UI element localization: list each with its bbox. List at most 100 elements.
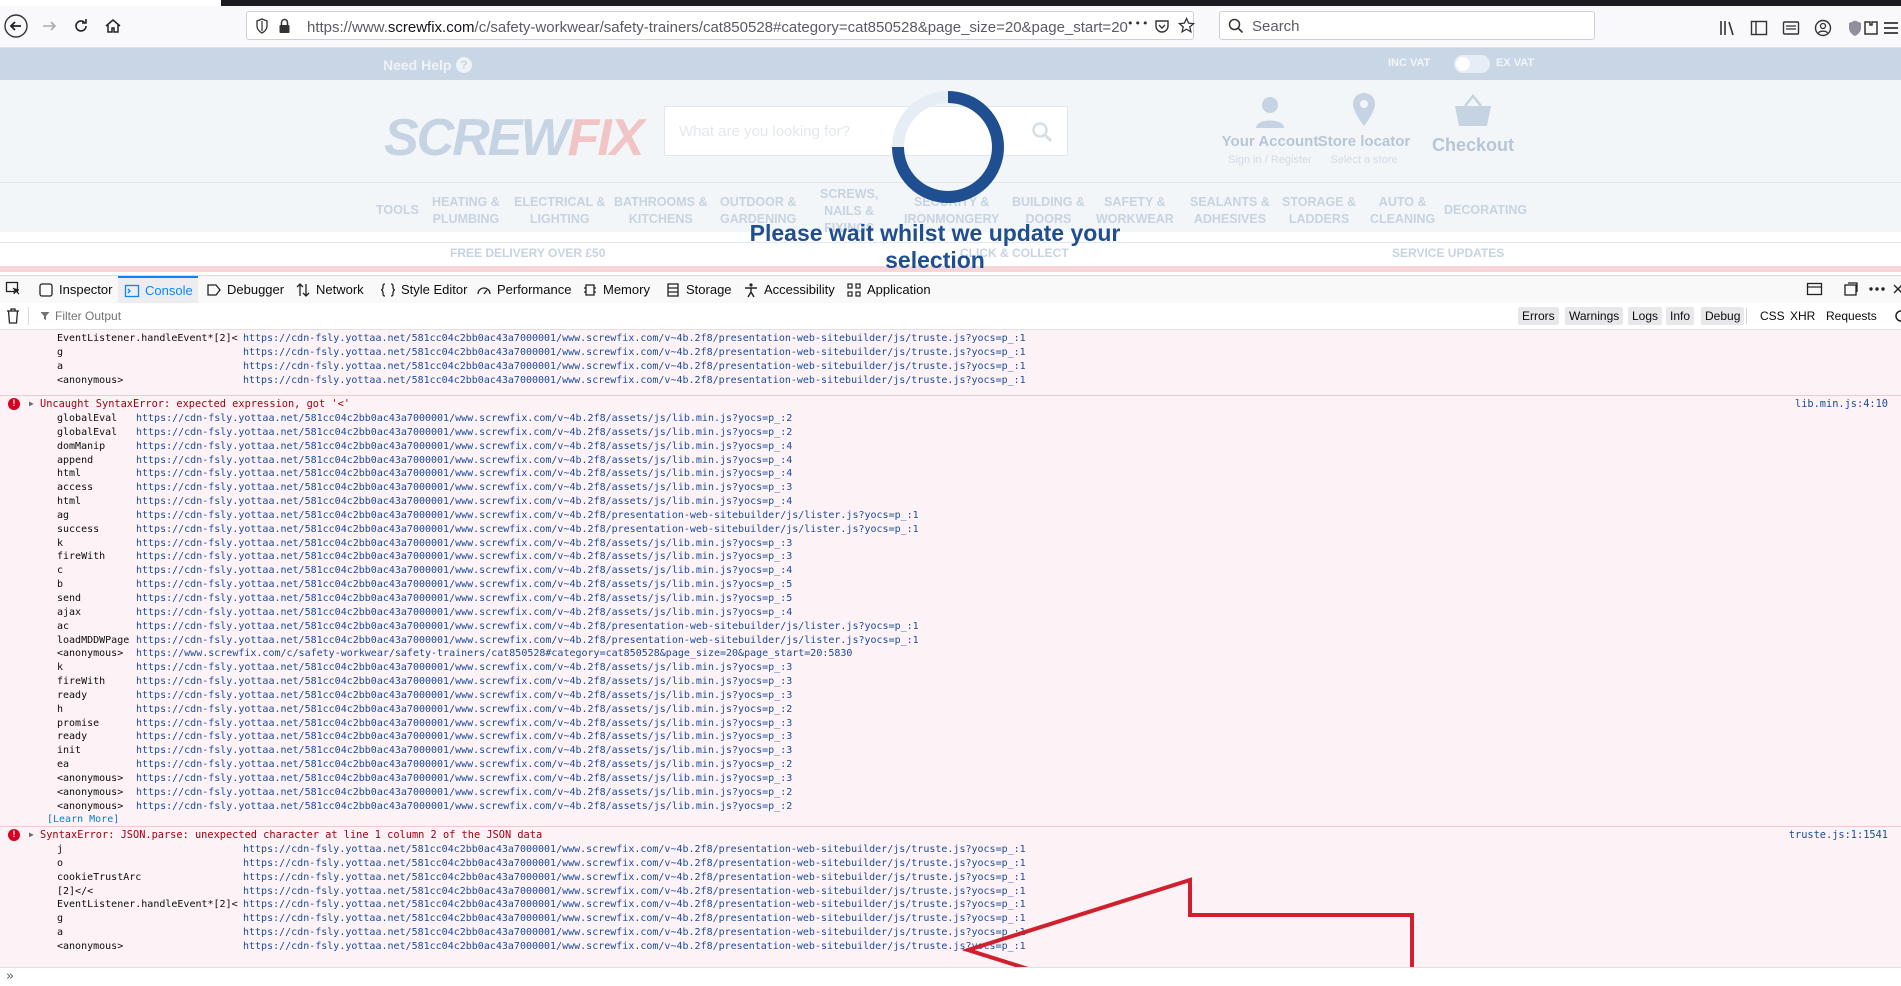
tab-storage[interactable]: Storage	[665, 276, 732, 303]
pocket-icon[interactable]	[1154, 18, 1170, 34]
frame-source-link[interactable]: https://cdn-fsly.yottaa.net/581cc04c2bb0…	[243, 374, 1026, 388]
tab-network[interactable]: Network	[295, 276, 364, 303]
browser-search-box[interactable]: Search	[1219, 11, 1595, 40]
extensions-puzzle-icon[interactable]	[1862, 19, 1880, 37]
nav-auto-cleaning[interactable]: AUTO & CLEANING	[1370, 194, 1435, 228]
frame-source-link[interactable]: https://cdn-fsly.yottaa.net/581cc04c2bb0…	[136, 786, 792, 800]
tab-accessibility[interactable]: Accessibility	[743, 276, 835, 303]
site-search-input[interactable]: What are you looking for?	[664, 106, 1068, 156]
frame-source-link[interactable]: https://cdn-fsly.yottaa.net/581cc04c2bb0…	[136, 717, 792, 731]
tab-console[interactable]: Console	[118, 276, 198, 303]
frame-source-link[interactable]: https://cdn-fsly.yottaa.net/581cc04c2bb0…	[136, 800, 792, 814]
frame-source-link[interactable]: https://cdn-fsly.yottaa.net/581cc04c2bb0…	[243, 940, 1026, 954]
tab-debugger[interactable]: Debugger	[206, 276, 284, 303]
trash-icon[interactable]	[6, 308, 20, 324]
dock-options-icon[interactable]	[1843, 281, 1859, 297]
frame-source-link[interactable]: https://cdn-fsly.yottaa.net/581cc04c2bb0…	[136, 634, 919, 648]
frame-source-link[interactable]: https://cdn-fsly.yottaa.net/581cc04c2bb0…	[136, 454, 792, 468]
settings-gear-icon[interactable]	[1892, 309, 1901, 323]
error-header[interactable]: ! ▶ SyntaxError: JSON.parse: unexpected …	[0, 827, 1901, 843]
nav-sealants-adhesives[interactable]: SEALANTS & ADHESIVES	[1190, 194, 1270, 228]
frame-source-link[interactable]: https://cdn-fsly.yottaa.net/581cc04c2bb0…	[136, 440, 792, 454]
frame-source-link[interactable]: https://cdn-fsly.yottaa.net/581cc04c2bb0…	[243, 857, 1026, 871]
frame-source-link[interactable]: https://cdn-fsly.yottaa.net/581cc04c2bb0…	[136, 467, 792, 481]
frame-source-link[interactable]: https://cdn-fsly.yottaa.net/581cc04c2bb0…	[243, 346, 1026, 360]
account-icon[interactable]	[1814, 19, 1832, 37]
library-icon[interactable]	[1718, 19, 1736, 37]
frame-source-link[interactable]: https://cdn-fsly.yottaa.net/581cc04c2bb0…	[136, 495, 792, 509]
nav-bathrooms-kitchens[interactable]: BATHROOMS & KITCHENS	[614, 194, 708, 228]
checkout-link[interactable]: Checkout	[1430, 93, 1516, 156]
tab-inspector[interactable]: Inspector	[38, 276, 112, 303]
nav-heating-plumbing[interactable]: HEATING & PLUMBING	[432, 194, 500, 228]
frame-source-link[interactable]: https://cdn-fsly.yottaa.net/581cc04c2bb0…	[243, 843, 1026, 857]
tab-style-editor[interactable]: Style Editor	[380, 276, 467, 303]
reader-view-icon[interactable]	[1782, 19, 1800, 37]
tab-memory[interactable]: Memory	[582, 276, 650, 303]
nav-tools[interactable]: TOOLS	[376, 202, 419, 219]
frame-source-link[interactable]: https://cdn-fsly.yottaa.net/581cc04c2bb0…	[136, 592, 792, 606]
frame-source-link[interactable]: https://cdn-fsly.yottaa.net/581cc04c2bb0…	[136, 730, 792, 744]
close-devtools-icon[interactable]	[1893, 283, 1901, 295]
menu-icon[interactable]	[1882, 19, 1900, 37]
more-options-icon[interactable]	[1868, 282, 1886, 296]
frame-source-link[interactable]: https://cdn-fsly.yottaa.net/581cc04c2bb0…	[243, 360, 1026, 374]
frame-source-link[interactable]: https://cdn-fsly.yottaa.net/581cc04c2bb0…	[136, 564, 792, 578]
filter-css[interactable]: CSS	[1756, 307, 1789, 325]
expand-triangle-icon[interactable]: ▶	[29, 396, 34, 412]
store-locator-link[interactable]: Store locator Select a store	[1314, 92, 1414, 166]
frame-source-link[interactable]: https://cdn-fsly.yottaa.net/581cc04c2bb0…	[136, 744, 792, 758]
frame-source-link[interactable]: https://cdn-fsly.yottaa.net/581cc04c2bb0…	[136, 758, 792, 772]
frame-source-link[interactable]: https://cdn-fsly.yottaa.net/581cc04c2bb0…	[136, 703, 792, 717]
bookmark-star-icon[interactable]	[1178, 17, 1195, 34]
tab-application[interactable]: Application	[846, 276, 931, 303]
filter-warnings[interactable]: Warnings	[1565, 307, 1624, 325]
frame-source-link[interactable]: https://cdn-fsly.yottaa.net/581cc04c2bb0…	[243, 912, 1026, 926]
nav-decorating[interactable]: DECORATING	[1444, 202, 1527, 219]
site-search-icon[interactable]	[1031, 121, 1053, 143]
filter-errors[interactable]: Errors	[1518, 307, 1559, 325]
expand-triangle-icon[interactable]: ▶	[29, 827, 34, 843]
filter-xhr[interactable]: XHR	[1786, 307, 1819, 325]
frame-source-link[interactable]: https://cdn-fsly.yottaa.net/581cc04c2bb0…	[136, 550, 792, 564]
reload-button[interactable]	[67, 12, 95, 40]
frame-source-link[interactable]: https://cdn-fsly.yottaa.net/581cc04c2bb0…	[136, 620, 919, 634]
forward-button[interactable]	[36, 12, 64, 40]
filter-info[interactable]: Info	[1666, 307, 1695, 325]
frame-source-link[interactable]: https://cdn-fsly.yottaa.net/581cc04c2bb0…	[243, 926, 1026, 940]
nav-electrical-lighting[interactable]: ELECTRICAL & LIGHTING	[514, 194, 605, 228]
filter-output-input[interactable]: Filter Output	[55, 309, 121, 323]
frame-source-link[interactable]: https://www.screwfix.com/c/safety-workwe…	[136, 647, 852, 661]
vat-toggle[interactable]	[1454, 55, 1490, 73]
frame-source-link[interactable]: https://cdn-fsly.yottaa.net/581cc04c2bb0…	[136, 481, 792, 495]
filter-logs[interactable]: Logs	[1628, 307, 1663, 325]
frame-source-link[interactable]: https://cdn-fsly.yottaa.net/581cc04c2bb0…	[136, 537, 792, 551]
nav-storage-ladders[interactable]: STORAGE & LADDERS	[1282, 194, 1356, 228]
filter-requests[interactable]: Requests	[1822, 307, 1881, 325]
frame-source-link[interactable]: https://cdn-fsly.yottaa.net/581cc04c2bb0…	[136, 689, 792, 703]
page-actions-menu[interactable]: •••	[1127, 17, 1149, 30]
error-location-link[interactable]: truste.js:1:1541	[1789, 827, 1888, 843]
sidebar-icon[interactable]	[1750, 19, 1768, 37]
frame-source-link[interactable]: https://cdn-fsly.yottaa.net/581cc04c2bb0…	[136, 606, 792, 620]
frame-source-link[interactable]: https://cdn-fsly.yottaa.net/581cc04c2bb0…	[243, 898, 1026, 912]
frame-source-link[interactable]: https://cdn-fsly.yottaa.net/581cc04c2bb0…	[136, 412, 792, 426]
back-button[interactable]	[2, 12, 30, 40]
error-location-link[interactable]: lib.min.js:4:10	[1795, 396, 1888, 412]
address-bar[interactable]: https://www.screwfix.com/c/safety-workwe…	[246, 11, 1195, 40]
frame-source-link[interactable]: https://cdn-fsly.yottaa.net/581cc04c2bb0…	[243, 871, 1026, 885]
need-help-link[interactable]: Need Help ?	[383, 56, 473, 74]
frame-source-link[interactable]: https://cdn-fsly.yottaa.net/581cc04c2bb0…	[136, 426, 792, 440]
frame-source-link[interactable]: https://cdn-fsly.yottaa.net/581cc04c2bb0…	[136, 509, 919, 523]
frame-source-link[interactable]: https://cdn-fsly.yottaa.net/581cc04c2bb0…	[136, 578, 792, 592]
console-input[interactable]: »	[0, 967, 1901, 986]
tab-performance[interactable]: Performance	[476, 276, 571, 303]
frame-source-link[interactable]: https://cdn-fsly.yottaa.net/581cc04c2bb0…	[136, 523, 919, 537]
service-updates-link[interactable]: SERVICE UPDATES	[1392, 246, 1504, 260]
frame-source-link[interactable]: https://cdn-fsly.yottaa.net/581cc04c2bb0…	[136, 772, 792, 786]
frame-source-link[interactable]: https://cdn-fsly.yottaa.net/581cc04c2bb0…	[136, 675, 792, 689]
screwfix-logo[interactable]: SCREWFIX	[384, 108, 644, 168]
element-picker-icon[interactable]	[5, 281, 21, 297]
frame-source-link[interactable]: https://cdn-fsly.yottaa.net/581cc04c2bb0…	[243, 885, 1026, 899]
responsive-mode-icon[interactable]	[1806, 281, 1823, 297]
